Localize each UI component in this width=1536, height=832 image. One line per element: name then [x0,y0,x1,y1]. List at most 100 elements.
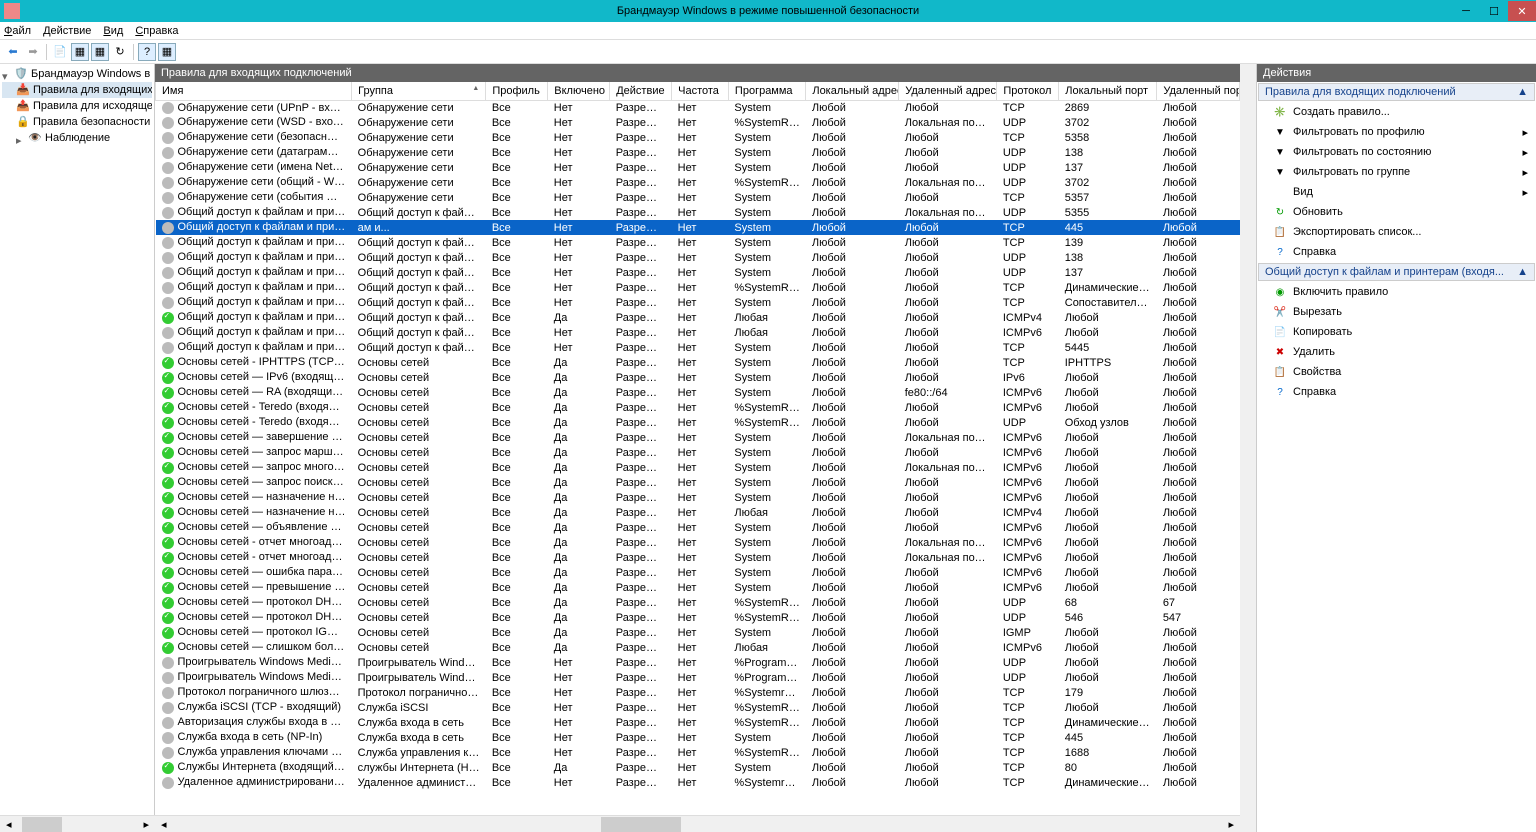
action-properties[interactable]: 📋Свойства [1257,362,1536,382]
menu-help[interactable]: Справка [135,25,178,37]
rule-row[interactable]: Служба управления ключами (входящ...Служ… [156,745,1240,760]
rule-row[interactable]: Основы сетей — протокол IGMP (входя...Ос… [156,625,1240,640]
column-header[interactable]: Удаленный адрес [899,82,997,100]
rule-row[interactable]: Общий доступ к файлам и принтерам ...Общ… [156,265,1240,280]
rule-row[interactable]: Основы сетей - Teredo (входящий траф...О… [156,415,1240,430]
tool-icon[interactable]: ▦ [71,43,89,61]
maximize-button[interactable]: ☐ [1480,1,1508,21]
rule-row[interactable]: Основы сетей - Teredo (входящий траф...О… [156,400,1240,415]
rule-row[interactable]: Общий доступ к файлам и принтерам ...Общ… [156,250,1240,265]
rule-row[interactable]: Основы сетей — объявление поиска с...Осн… [156,520,1240,535]
rule-row[interactable]: Общий доступ к файлам и принтерам ...Общ… [156,310,1240,325]
rule-row[interactable]: Основы сетей - отчет многоадресного ...О… [156,550,1240,565]
rule-row[interactable]: Основы сетей — назначение недостиж...Осн… [156,505,1240,520]
rule-row[interactable]: Основы сетей — превышение времен...Основ… [156,580,1240,595]
grid-v-scrollbar[interactable] [1240,64,1256,832]
column-header[interactable]: Группа▲ [352,82,486,100]
rule-row[interactable]: Обнаружение сети (общий - WSD - вхо...Об… [156,175,1240,190]
rule-row[interactable]: Служба iSCSI (TCP - входящий)Служба iSCS… [156,700,1240,715]
action-filter-state[interactable]: ▼Фильтровать по состоянию▸ [1257,142,1536,162]
grid-h-scrollbar[interactable]: ◂▸ [155,815,1240,832]
rule-row[interactable]: Основы сетей — слишком большой р...Основ… [156,640,1240,655]
action-filter-group[interactable]: ▼Фильтровать по группе▸ [1257,162,1536,182]
rule-row[interactable]: Протокол пограничного шлюза (BGP ...Прот… [156,685,1240,700]
action-view[interactable]: Вид▸ [1257,182,1536,202]
rule-row[interactable]: Общий доступ к файлам и принтерам ...Общ… [156,295,1240,310]
rule-status-icon [162,732,174,744]
rule-row[interactable]: Обнаружение сети (безопасные событ...Обн… [156,130,1240,145]
rule-row[interactable]: Основы сетей — завершение многоад...Осно… [156,430,1240,445]
menu-action[interactable]: Действие [43,25,91,37]
rule-row[interactable]: Основы сетей — ошибка параметра (в...Осн… [156,565,1240,580]
rule-row[interactable]: Основы сетей — протокол DHCP (Dyna...Осн… [156,595,1240,610]
tree-root[interactable]: ▾🛡️Брандмауэр Windows в режи [2,66,152,82]
tree-scrollbar[interactable]: ◂▸ [0,815,155,832]
action-copy[interactable]: 📄Копировать [1257,322,1536,342]
column-header[interactable]: Локальный адрес [806,82,899,100]
tree-monitoring[interactable]: ▸👁️Наблюдение [2,130,152,146]
rule-row[interactable]: Обнаружение сети (датаграммы NetBi...Обн… [156,145,1240,160]
action-enable[interactable]: ◉Включить правило [1257,282,1536,302]
rule-row[interactable]: Авторизация службы входа в сеть (RPC)Слу… [156,715,1240,730]
rule-row[interactable]: Основы сетей — назначение недостиж...Осн… [156,490,1240,505]
column-header[interactable]: Включено [548,82,610,100]
action-filter-profile[interactable]: ▼Фильтровать по профилю▸ [1257,122,1536,142]
minimize-button[interactable]: ─ [1452,1,1480,21]
tree-outbound[interactable]: 📤Правила для исходящего п [2,98,152,114]
rule-row[interactable]: Служба входа в сеть (NP-In)Служба входа … [156,730,1240,745]
tool-icon[interactable]: ▦ [158,43,176,61]
rules-grid[interactable]: ИмяГруппа▲ПрофильВключеноДействиеЧастота… [155,82,1240,815]
tree-inbound[interactable]: 📥Правила для входящих по [2,82,152,98]
rule-row[interactable]: Основы сетей — запрос поиска соседе...Ос… [156,475,1240,490]
column-header[interactable]: Имя [156,82,352,100]
action-help2[interactable]: ?Справка [1257,382,1536,402]
tool-icon[interactable]: ↻ [111,43,129,61]
rule-row[interactable]: Основы сетей - отчет многоадресного ...О… [156,535,1240,550]
rule-row[interactable]: Общий доступ к файлам и принтерам ...Общ… [156,340,1240,355]
rule-row[interactable]: Основы сетей — RA (входящий трафик...Осн… [156,385,1240,400]
column-header[interactable]: Частота [672,82,729,100]
rule-row[interactable]: Общий доступ к файлам и принтерам ...Общ… [156,205,1240,220]
tool-icon[interactable]: 📄 [51,43,69,61]
menu-view[interactable]: Вид [103,25,123,37]
column-header[interactable]: Протокол [997,82,1059,100]
column-header[interactable]: Действие [610,82,672,100]
action-delete[interactable]: ✖Удалить [1257,342,1536,362]
forward-button[interactable]: ➡ [24,43,42,61]
rule-row[interactable]: Основы сетей - IPHTTPS (TCP - входящ...О… [156,355,1240,370]
rule-row[interactable]: Общий доступ к файлам и принтерам ...Общ… [156,280,1240,295]
tool-icon[interactable]: ? [138,43,156,61]
rule-row[interactable]: Службы Интернета (входящий трафик ...слу… [156,760,1240,775]
rule-row[interactable]: Основы сетей — запрос многоадресно...Осн… [156,460,1240,475]
tool-icon[interactable]: ▦ [91,43,109,61]
rule-row[interactable]: Основы сетей — запрос маршрута (вх...Осн… [156,445,1240,460]
column-header[interactable]: Профиль [486,82,548,100]
column-header[interactable]: Удаленный пор [1157,82,1240,100]
action-new-rule[interactable]: ✳️Создать правило... [1257,102,1536,122]
column-header[interactable]: Программа [728,82,805,100]
nav-tree[interactable]: ▾🛡️Брандмауэр Windows в режи 📥Правила дл… [0,64,155,832]
tree-connsec[interactable]: 🔒Правила безопасности по [2,114,152,130]
rule-row[interactable]: Общий доступ к файлам и принтерам ...Общ… [156,235,1240,250]
rule-row[interactable]: Основы сетей — протокол DHCPv6 (Dy...Осн… [156,610,1240,625]
rule-row[interactable]: Проигрыватель Windows Media x86 (U...Про… [156,670,1240,685]
rule-row[interactable]: Основы сетей — IPv6 (входящий трафи...Ос… [156,370,1240,385]
rule-row[interactable]: Обнаружение сети (WSD - входящий)Обнаруж… [156,115,1240,130]
column-header[interactable]: Локальный порт [1059,82,1157,100]
rule-row[interactable]: Обнаружение сети (UPnP - входящий)Обнару… [156,100,1240,115]
action-export[interactable]: 📋Экспортировать список... [1257,222,1536,242]
rule-row[interactable]: Общий доступ к файлам и принтерам (входя… [156,220,1240,235]
rule-status-icon [162,507,174,519]
menu-file[interactable]: Файл [4,25,31,37]
back-button[interactable]: ⬅ [4,43,22,61]
action-help[interactable]: ?Справка [1257,242,1536,262]
rule-row[interactable]: Общий доступ к файлам и принтерам ...Общ… [156,325,1240,340]
rule-row[interactable]: Обнаружение сети (события WSD - вхо...Об… [156,190,1240,205]
rule-row[interactable]: Обнаружение сети (имена NetBios - в...Об… [156,160,1240,175]
close-button[interactable]: ✕ [1508,1,1536,21]
action-cut[interactable]: ✂️Вырезать [1257,302,1536,322]
action-refresh[interactable]: ↻Обновить [1257,202,1536,222]
rule-status-icon [162,477,174,489]
rule-row[interactable]: Проигрыватель Windows Media (UDP -...Про… [156,655,1240,670]
rule-row[interactable]: Удаленное администрирование COM+ ...Удал… [156,775,1240,790]
